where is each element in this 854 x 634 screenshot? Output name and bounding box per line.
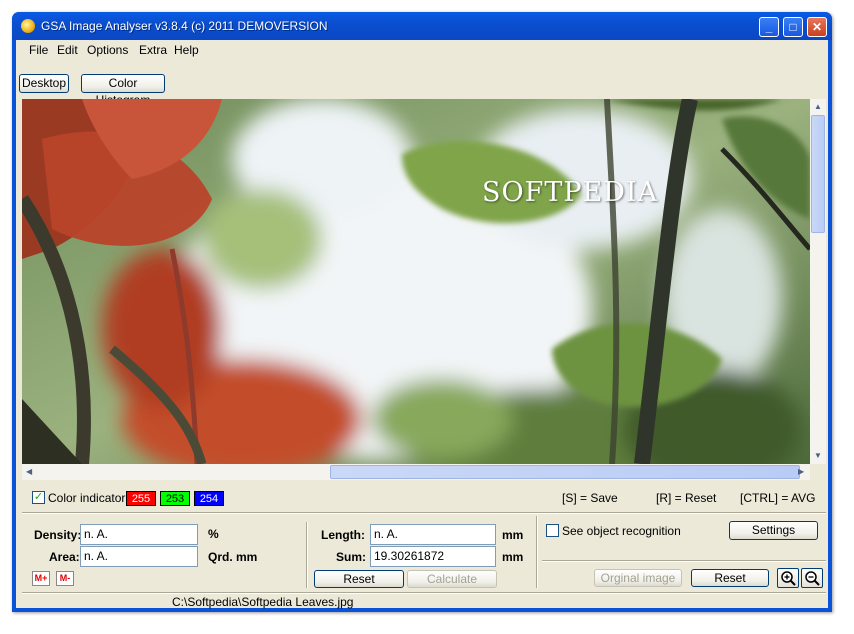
maximize-button[interactable]: □ bbox=[783, 17, 803, 37]
sum-unit: mm bbox=[502, 550, 524, 564]
horizontal-scrollbar[interactable]: ◀ ▶ bbox=[22, 464, 810, 480]
menu-options[interactable]: Options bbox=[87, 43, 128, 57]
avg-hint: [CTRL] = AVG bbox=[740, 491, 816, 505]
length-field[interactable]: n. A. bbox=[370, 524, 496, 545]
title-bar[interactable]: GSA Image Analyser v3.8.4 (c) 2011 DEMOV… bbox=[12, 12, 832, 40]
reset-measure-button[interactable]: Reset bbox=[314, 570, 404, 588]
object-recognition-label: See object recognition bbox=[562, 524, 681, 538]
leaves-photo bbox=[22, 99, 810, 464]
settings-button[interactable]: Settings bbox=[729, 521, 818, 540]
scroll-left-icon[interactable]: ◀ bbox=[26, 467, 32, 476]
image-canvas[interactable]: SOFTPEDIA bbox=[22, 99, 810, 464]
density-unit: % bbox=[208, 527, 219, 541]
length-label: Length: bbox=[321, 528, 365, 542]
vertical-divider-left bbox=[306, 522, 308, 588]
sum-label: Sum: bbox=[336, 550, 366, 564]
blue-value-box: 254 bbox=[194, 491, 224, 506]
area-field[interactable]: n. A. bbox=[80, 546, 198, 567]
zoom-out-button[interactable] bbox=[801, 568, 823, 588]
watermark-text: SOFTPEDIA bbox=[482, 177, 659, 208]
density-label: Density: bbox=[34, 528, 82, 542]
zoom-in-icon bbox=[781, 571, 796, 586]
green-value-box: 253 bbox=[160, 491, 190, 506]
tab-color-histogram[interactable]: Color Histogram bbox=[81, 74, 165, 107]
app-window: GSA Image Analyser v3.8.4 (c) 2011 DEMOV… bbox=[12, 12, 832, 612]
menu-file[interactable]: File bbox=[29, 43, 48, 57]
object-divider bbox=[542, 560, 826, 562]
calculate-button[interactable]: Calculate bbox=[407, 570, 497, 588]
app-icon bbox=[21, 19, 35, 33]
vertical-scrollbar[interactable]: ▲ ▼ bbox=[810, 99, 826, 464]
vertical-scroll-thumb[interactable] bbox=[811, 115, 825, 233]
sum-field[interactable]: 19.30261872 bbox=[370, 546, 496, 567]
original-image-button[interactable]: Orginal image bbox=[594, 569, 682, 587]
color-indicator-checkbox[interactable]: ✓ bbox=[32, 491, 45, 504]
reset-hint: [R] = Reset bbox=[656, 491, 717, 505]
close-button[interactable]: ✕ bbox=[807, 17, 827, 37]
file-path: C:\Softpedia\Softpedia Leaves.jpg bbox=[172, 595, 354, 609]
area-label: Area: bbox=[49, 550, 80, 564]
client-area: File Edit Options Extra Help Desktop Col… bbox=[16, 40, 828, 609]
scroll-down-icon[interactable]: ▼ bbox=[814, 451, 822, 460]
zoom-out-icon bbox=[805, 571, 820, 586]
reset-object-button[interactable]: Reset bbox=[691, 569, 769, 587]
close-icon: ✕ bbox=[811, 20, 823, 34]
vertical-divider-right bbox=[536, 516, 538, 588]
window-title: GSA Image Analyser v3.8.4 (c) 2011 DEMOV… bbox=[41, 19, 328, 33]
area-unit: Qrd. mm bbox=[208, 550, 258, 564]
memory-minus-button[interactable]: M- bbox=[56, 571, 74, 586]
memory-plus-button[interactable]: M+ bbox=[32, 571, 50, 586]
menu-edit[interactable]: Edit bbox=[57, 43, 78, 57]
zoom-in-button[interactable] bbox=[777, 568, 799, 588]
color-indicator-label: Color indicator bbox=[48, 491, 126, 505]
density-field[interactable]: n. A. bbox=[80, 524, 198, 545]
scroll-right-icon[interactable]: ▶ bbox=[798, 467, 804, 476]
red-value-box: 255 bbox=[126, 491, 156, 506]
save-hint: [S] = Save bbox=[562, 491, 618, 505]
maximize-icon: □ bbox=[789, 20, 797, 34]
menu-extra[interactable]: Extra bbox=[139, 43, 167, 57]
menu-help[interactable]: Help bbox=[174, 43, 199, 57]
minimize-icon: _ bbox=[765, 20, 773, 34]
scroll-up-icon[interactable]: ▲ bbox=[814, 102, 822, 111]
horizontal-scroll-thumb[interactable] bbox=[330, 465, 800, 479]
scroll-corner bbox=[810, 464, 826, 480]
status-bar: C:\Softpedia\Softpedia Leaves.jpg bbox=[16, 594, 828, 609]
minimize-button[interactable]: _ bbox=[759, 17, 779, 37]
section-divider bbox=[22, 512, 826, 514]
object-recognition-checkbox[interactable] bbox=[546, 524, 559, 537]
tab-desktop[interactable]: Desktop bbox=[19, 74, 69, 93]
menu-bar: File Edit Options Extra Help bbox=[16, 40, 828, 60]
length-unit: mm bbox=[502, 528, 524, 542]
